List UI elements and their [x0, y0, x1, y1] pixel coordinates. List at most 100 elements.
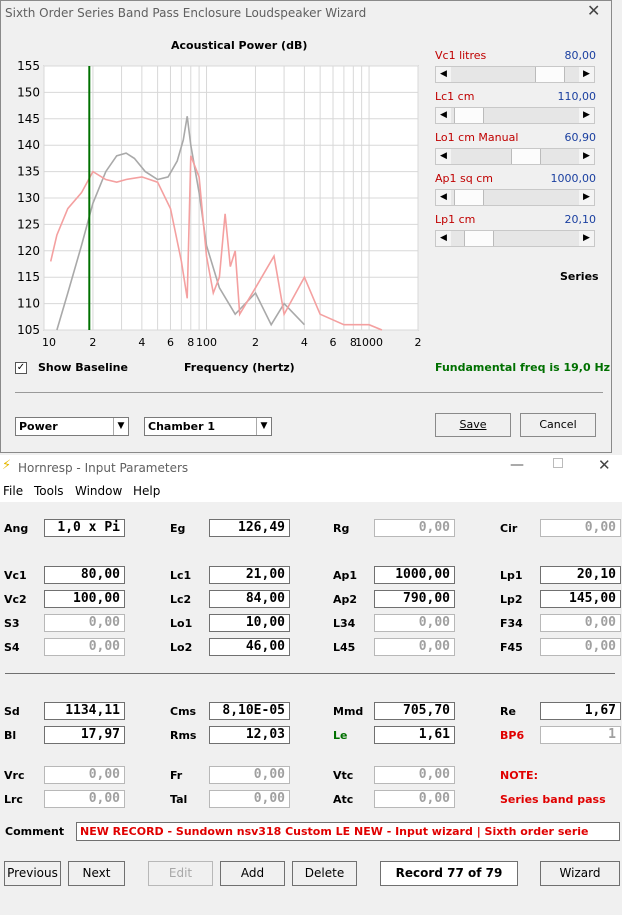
arrow-left-icon[interactable]: ◀ — [436, 149, 451, 164]
param-field-bp6[interactable]: 1 — [540, 726, 621, 744]
param-label-lo1: Lo1 — [170, 617, 193, 630]
param-field-ap1[interactable]: 1000,00 — [374, 566, 455, 584]
minimize-icon[interactable]: — — [510, 457, 524, 473]
record-indicator: Record 77 of 79 — [380, 861, 518, 886]
next-button[interactable]: Next — [68, 861, 125, 886]
param-label-lo2: Lo2 — [170, 641, 193, 654]
param-field-cir[interactable]: 0,00 — [540, 519, 621, 537]
param-field-lrc[interactable]: 0,00 — [44, 790, 125, 808]
wizard-button[interactable]: Wizard — [540, 861, 620, 886]
divider — [5, 673, 615, 674]
arrow-right-icon[interactable]: ▶ — [579, 108, 594, 123]
param-label-vrc: Vrc — [4, 769, 25, 782]
param-field-vrc[interactable]: 0,00 — [44, 766, 125, 784]
param-field-ang[interactable]: 1,0 x Pi — [44, 519, 125, 537]
param-field-vtc[interactable]: 0,00 — [374, 766, 455, 784]
slider-ap1[interactable]: ◀ ▶ — [435, 189, 595, 206]
add-button[interactable]: Add — [220, 861, 285, 886]
arrow-left-icon[interactable]: ◀ — [436, 108, 451, 123]
param-field-mmd[interactable]: 705,70 — [374, 702, 455, 720]
slider-thumb[interactable] — [453, 190, 484, 205]
edit-button[interactable]: Edit — [148, 861, 213, 886]
param-field-vc1[interactable]: 80,00 — [44, 566, 125, 584]
param-field-re[interactable]: 1,67 — [540, 702, 621, 720]
param-field-ap2[interactable]: 790,00 — [374, 590, 455, 608]
slider-thumb[interactable] — [535, 67, 566, 82]
comment-field[interactable]: NEW RECORD - Sundown nsv318 Custom LE NE… — [76, 822, 620, 841]
output-type-value: Power — [19, 420, 58, 433]
chamber-select[interactable]: Chamber 1 ▼ — [144, 417, 272, 436]
param-field-lc1[interactable]: 21,00 — [209, 566, 290, 584]
param-field-f45[interactable]: 0,00 — [540, 638, 621, 656]
arrow-left-icon[interactable]: ◀ — [436, 231, 451, 246]
save-button[interactable]: Save — [435, 413, 511, 437]
y-tick-label: 115 — [17, 270, 40, 284]
param-label-series-band-pass: Series band pass — [500, 793, 606, 806]
param-field-lp1[interactable]: 20,10 — [540, 566, 621, 584]
param-field-f34[interactable]: 0,00 — [540, 614, 621, 632]
param-field-atc[interactable]: 0,00 — [374, 790, 455, 808]
y-tick-label: 155 — [17, 59, 40, 73]
param-label-s3: S3 — [4, 617, 20, 630]
param-field-s4[interactable]: 0,00 — [44, 638, 125, 656]
arrow-right-icon[interactable]: ▶ — [579, 190, 594, 205]
menu-bar: File Tools Window Help — [0, 480, 622, 502]
slider-thumb[interactable] — [463, 231, 494, 246]
chevron-down-icon: ▼ — [256, 418, 271, 435]
param-field-s3[interactable]: 0,00 — [44, 614, 125, 632]
param-field-tal[interactable]: 0,00 — [209, 790, 290, 808]
x-tick-label: 6 — [330, 336, 337, 349]
cancel-button[interactable]: Cancel — [520, 413, 596, 437]
arrow-right-icon[interactable]: ▶ — [579, 67, 594, 82]
param-field-lc2[interactable]: 84,00 — [209, 590, 290, 608]
param-field-l45[interactable]: 0,00 — [374, 638, 455, 656]
param-field-cms[interactable]: 8,10E-05 — [209, 702, 290, 720]
menu-help[interactable]: Help — [133, 484, 160, 498]
param-field-fr[interactable]: 0,00 — [209, 766, 290, 784]
close-icon[interactable]: ✕ — [598, 456, 611, 474]
param-label-vtc: Vtc — [333, 769, 354, 782]
slider-value-lp1: 20,10 — [564, 213, 597, 226]
param-label-vc2: Vc2 — [4, 593, 27, 606]
param-field-vc2[interactable]: 100,00 — [44, 590, 125, 608]
slider-label-lc1: Lc1 cm — [435, 90, 475, 103]
param-label-ap2: Ap2 — [333, 593, 358, 606]
arrow-right-icon[interactable]: ▶ — [579, 231, 594, 246]
param-field-le[interactable]: 1,61 — [374, 726, 455, 744]
delete-button[interactable]: Delete — [292, 861, 357, 886]
param-field-lo2[interactable]: 46,00 — [209, 638, 290, 656]
param-label-cir: Cir — [500, 522, 518, 535]
slider-label-lo1: Lo1 cm Manual — [435, 131, 519, 144]
param-field-eg[interactable]: 126,49 — [209, 519, 290, 537]
param-label-eg: Eg — [170, 522, 186, 535]
param-field-bl[interactable]: 17,97 — [44, 726, 125, 744]
menu-window[interactable]: Window — [75, 484, 122, 498]
slider-thumb[interactable] — [510, 149, 541, 164]
param-label-le: Le — [333, 729, 348, 742]
param-field-rms[interactable]: 12,03 — [209, 726, 290, 744]
menu-tools[interactable]: Tools — [34, 484, 64, 498]
y-tick-label: 125 — [17, 217, 40, 231]
slider-lp1[interactable]: ◀ ▶ — [435, 230, 595, 247]
previous-button[interactable]: Previous — [4, 861, 61, 886]
arrow-right-icon[interactable]: ▶ — [579, 149, 594, 164]
close-icon[interactable]: ✕ — [587, 1, 600, 20]
slider-vc1[interactable]: ◀ ▶ — [435, 66, 595, 83]
chamber-value: Chamber 1 — [148, 420, 216, 433]
param-field-lo1[interactable]: 10,00 — [209, 614, 290, 632]
maximize-icon[interactable] — [553, 458, 563, 468]
arrow-left-icon[interactable]: ◀ — [436, 67, 451, 82]
slider-thumb[interactable] — [453, 108, 484, 123]
arrow-left-icon[interactable]: ◀ — [436, 190, 451, 205]
slider-lo1[interactable]: ◀ ▶ — [435, 148, 595, 165]
param-field-sd[interactable]: 1134,11 — [44, 702, 125, 720]
x-tick-label: 4 — [301, 336, 308, 349]
slider-lc1[interactable]: ◀ ▶ — [435, 107, 595, 124]
show-baseline-checkbox[interactable]: ✓ — [15, 362, 27, 374]
param-field-rg[interactable]: 0,00 — [374, 519, 455, 537]
y-tick-label: 135 — [17, 165, 40, 179]
menu-file[interactable]: File — [3, 484, 23, 498]
param-field-l34[interactable]: 0,00 — [374, 614, 455, 632]
output-type-select[interactable]: Power ▼ — [15, 417, 129, 436]
param-field-lp2[interactable]: 145,00 — [540, 590, 621, 608]
